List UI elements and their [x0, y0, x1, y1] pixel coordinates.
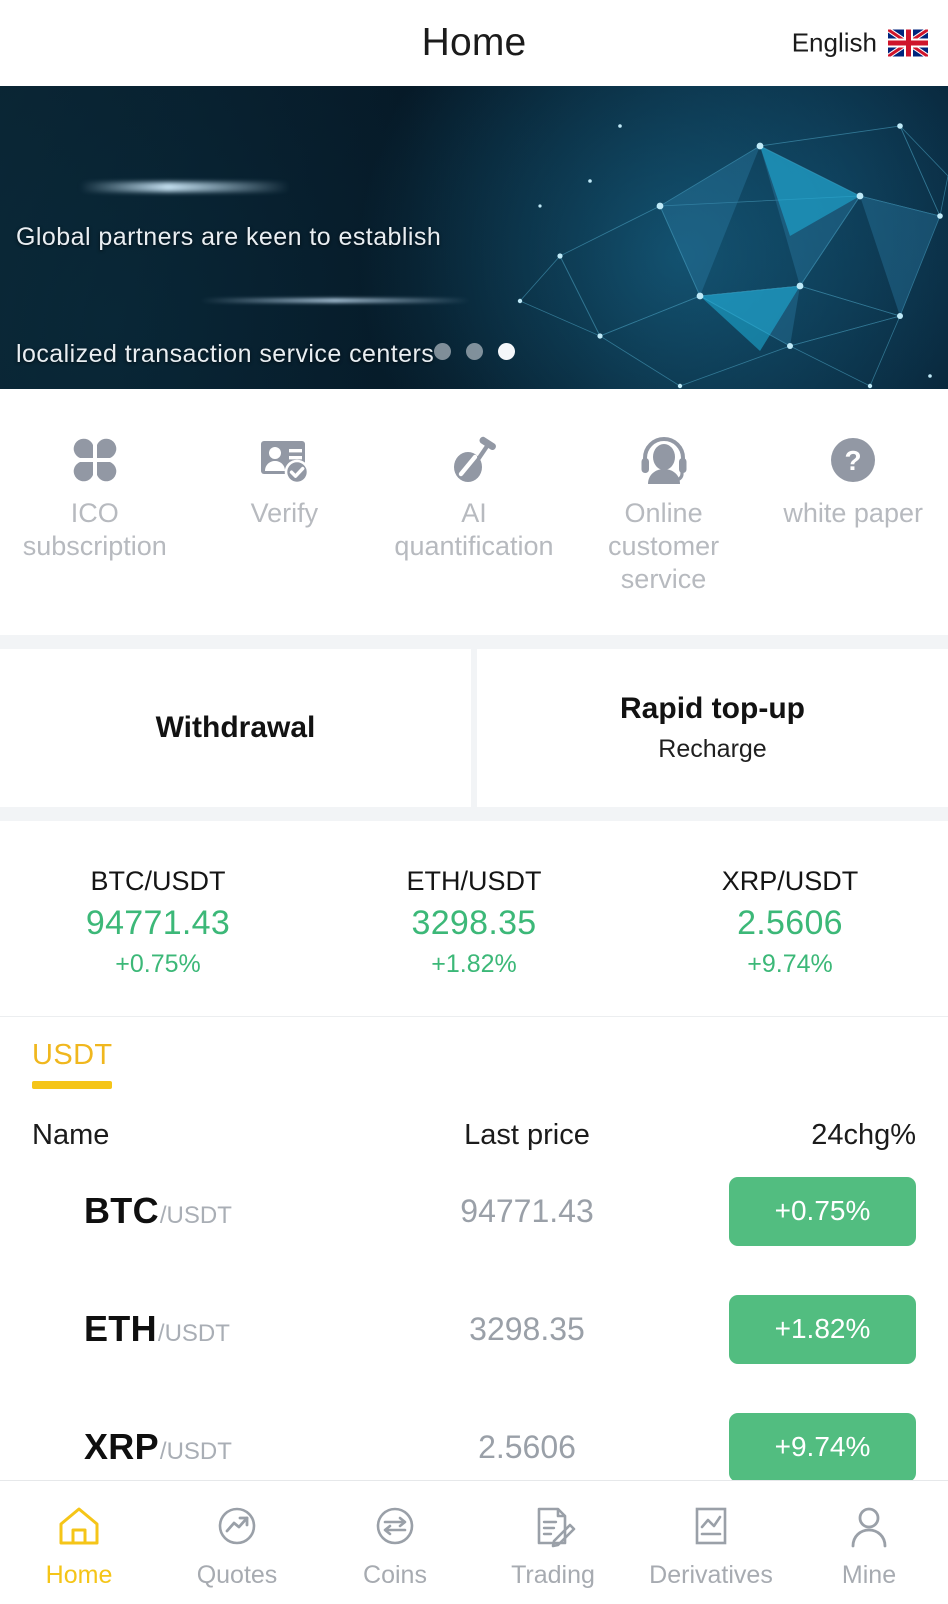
ticker-price: 2.5606: [737, 904, 843, 942]
nav-label: Derivatives: [649, 1560, 773, 1589]
tab-usdt[interactable]: USDT: [32, 1039, 113, 1089]
row-last-price: 94771.43: [460, 1192, 594, 1229]
row-symbol: BTC: [84, 1190, 159, 1231]
table-row[interactable]: ETH /USDT 3298.35 +1.82%: [32, 1270, 916, 1388]
row-change-cell: +0.75%: [716, 1176, 916, 1246]
ticker-xrp-usdt[interactable]: XRP/USDT 2.5606 +9.74%: [632, 866, 948, 979]
rapid-topup-card-subtitle: Recharge: [658, 735, 767, 763]
column-header-change: 24chg%: [811, 1119, 916, 1151]
status-badge: +1.82%: [729, 1294, 916, 1364]
row-pair-cell: ETH /USDT: [32, 1308, 362, 1350]
quick-action-label: ICO subscription: [22, 498, 167, 561]
uk-flag-icon: [888, 29, 928, 57]
bottom-navigation: Home Quotes Coins Trading Derivatives Mi…: [0, 1480, 948, 1604]
nav-item-quotes[interactable]: Quotes: [158, 1500, 316, 1590]
quick-action-ico-subscription[interactable]: ICO subscription: [0, 429, 190, 563]
withdrawal-card[interactable]: Withdrawal: [0, 649, 471, 807]
quick-actions-row: ICO subscription Verify AI quantificatio…: [0, 389, 948, 635]
row-last-price: 3298.35: [469, 1310, 585, 1347]
quick-action-white-paper[interactable]: ? white paper: [758, 429, 948, 530]
nav-label: Quotes: [196, 1560, 278, 1589]
quick-action-ai-quantification[interactable]: AI quantification: [379, 429, 569, 563]
carousel-dot-2[interactable]: [465, 343, 483, 360]
ticker-pair: ETH/USDT: [406, 866, 542, 896]
market-table-body: BTC /USDT 94771.43 +0.75% ETH /USDT 3298…: [0, 1152, 948, 1506]
exchange-circle-icon: [369, 1500, 421, 1552]
rocket-icon: [443, 429, 505, 491]
nav-label: Home: [45, 1560, 113, 1589]
language-label: English: [791, 27, 877, 58]
row-symbol: ETH: [84, 1308, 157, 1349]
market-list-section: USDT Name Last price 24chg% BTC /USDT 94…: [0, 1017, 948, 1482]
status-badge: +9.74%: [729, 1412, 916, 1482]
row-change-cell: +9.74%: [716, 1412, 916, 1482]
row-change-cell: +1.82%: [716, 1294, 916, 1364]
promo-banner-carousel[interactable]: Global partners are keen to establish lo…: [0, 86, 948, 389]
action-cards-row: Withdrawal Rapid top-up Recharge: [0, 635, 948, 821]
market-tabs: USDT: [0, 1039, 948, 1089]
row-pair-cell: XRP /USDT: [32, 1426, 362, 1468]
ticker-eth-usdt[interactable]: ETH/USDT 3298.35 +1.82%: [316, 866, 632, 979]
market-table-header: Name Last price 24chg%: [0, 1089, 948, 1152]
ticker-change: +9.74%: [747, 950, 833, 978]
ticker-pair: XRP/USDT: [721, 866, 859, 896]
rapid-topup-card[interactable]: Rapid top-up Recharge: [477, 649, 948, 807]
headset-support-icon: [633, 429, 695, 491]
ticker-price: 3298.35: [411, 904, 537, 942]
language-switcher[interactable]: English: [792, 28, 928, 59]
nav-label: Trading: [511, 1560, 595, 1589]
quick-action-label: Verify: [250, 498, 319, 528]
nav-item-derivatives[interactable]: Derivatives: [632, 1500, 790, 1590]
row-quote-currency: /USDT: [159, 1202, 232, 1229]
document-pencil-icon: [527, 1500, 579, 1552]
quick-action-label: white paper: [783, 498, 923, 528]
ticker-price: 94771.43: [85, 904, 231, 942]
row-quote-currency: /USDT: [157, 1320, 230, 1347]
ticker-change: +0.75%: [115, 950, 201, 978]
nav-item-trading[interactable]: Trading: [474, 1500, 632, 1590]
table-row[interactable]: BTC /USDT 94771.43 +0.75%: [32, 1152, 916, 1270]
row-symbol: XRP: [84, 1426, 159, 1467]
row-quote-currency: /USDT: [159, 1438, 232, 1465]
column-header-name: Name: [32, 1119, 110, 1151]
chart-box-icon: [685, 1500, 737, 1552]
house-icon: [53, 1500, 105, 1552]
tab-active-underline: [32, 1081, 113, 1089]
row-last-price: 2.5606: [478, 1428, 576, 1465]
carousel-dot-3[interactable]: [497, 343, 515, 360]
question-circle-icon: ?: [822, 429, 884, 491]
ticker-change: +1.82%: [431, 950, 517, 978]
clover-grid-icon: [64, 429, 126, 491]
tab-usdt-label: USDT: [32, 1039, 113, 1071]
nav-item-mine[interactable]: Mine: [790, 1500, 948, 1590]
carousel-dots: [0, 343, 948, 360]
quick-action-verify[interactable]: Verify: [190, 429, 380, 530]
page-title: Home: [421, 21, 527, 64]
banner-line: Global partners are keen to establish: [16, 223, 442, 251]
column-header-last-price: Last price: [464, 1119, 590, 1151]
home-screen: Home English Global partners are keen to…: [0, 0, 948, 1604]
nav-item-coins[interactable]: Coins: [316, 1500, 474, 1590]
rapid-topup-card-title: Rapid top-up: [620, 692, 805, 725]
withdrawal-card-title: Withdrawal: [155, 711, 316, 744]
svg-text:?: ?: [845, 445, 862, 476]
status-badge: +0.75%: [729, 1176, 916, 1246]
ticker-strip: BTC/USDT 94771.43 +0.75% ETH/USDT 3298.3…: [0, 821, 948, 1017]
ticker-btc-usdt[interactable]: BTC/USDT 94771.43 +0.75%: [0, 866, 316, 979]
person-icon: [843, 1500, 895, 1552]
trend-circle-icon: [211, 1500, 263, 1552]
nav-label: Mine: [841, 1560, 897, 1589]
row-pair-cell: BTC /USDT: [32, 1190, 362, 1232]
quick-action-label: AI quantification: [394, 498, 554, 561]
ticker-pair: BTC/USDT: [90, 866, 226, 896]
nav-item-home[interactable]: Home: [0, 1500, 158, 1590]
quick-action-label: Online customer service: [608, 498, 720, 594]
nav-label: Coins: [363, 1560, 427, 1589]
app-header: Home English: [0, 0, 948, 86]
quick-action-online-customer-service[interactable]: Online customer service: [569, 429, 759, 596]
carousel-dot-1[interactable]: [433, 343, 451, 360]
id-card-verified-icon: [253, 429, 315, 491]
